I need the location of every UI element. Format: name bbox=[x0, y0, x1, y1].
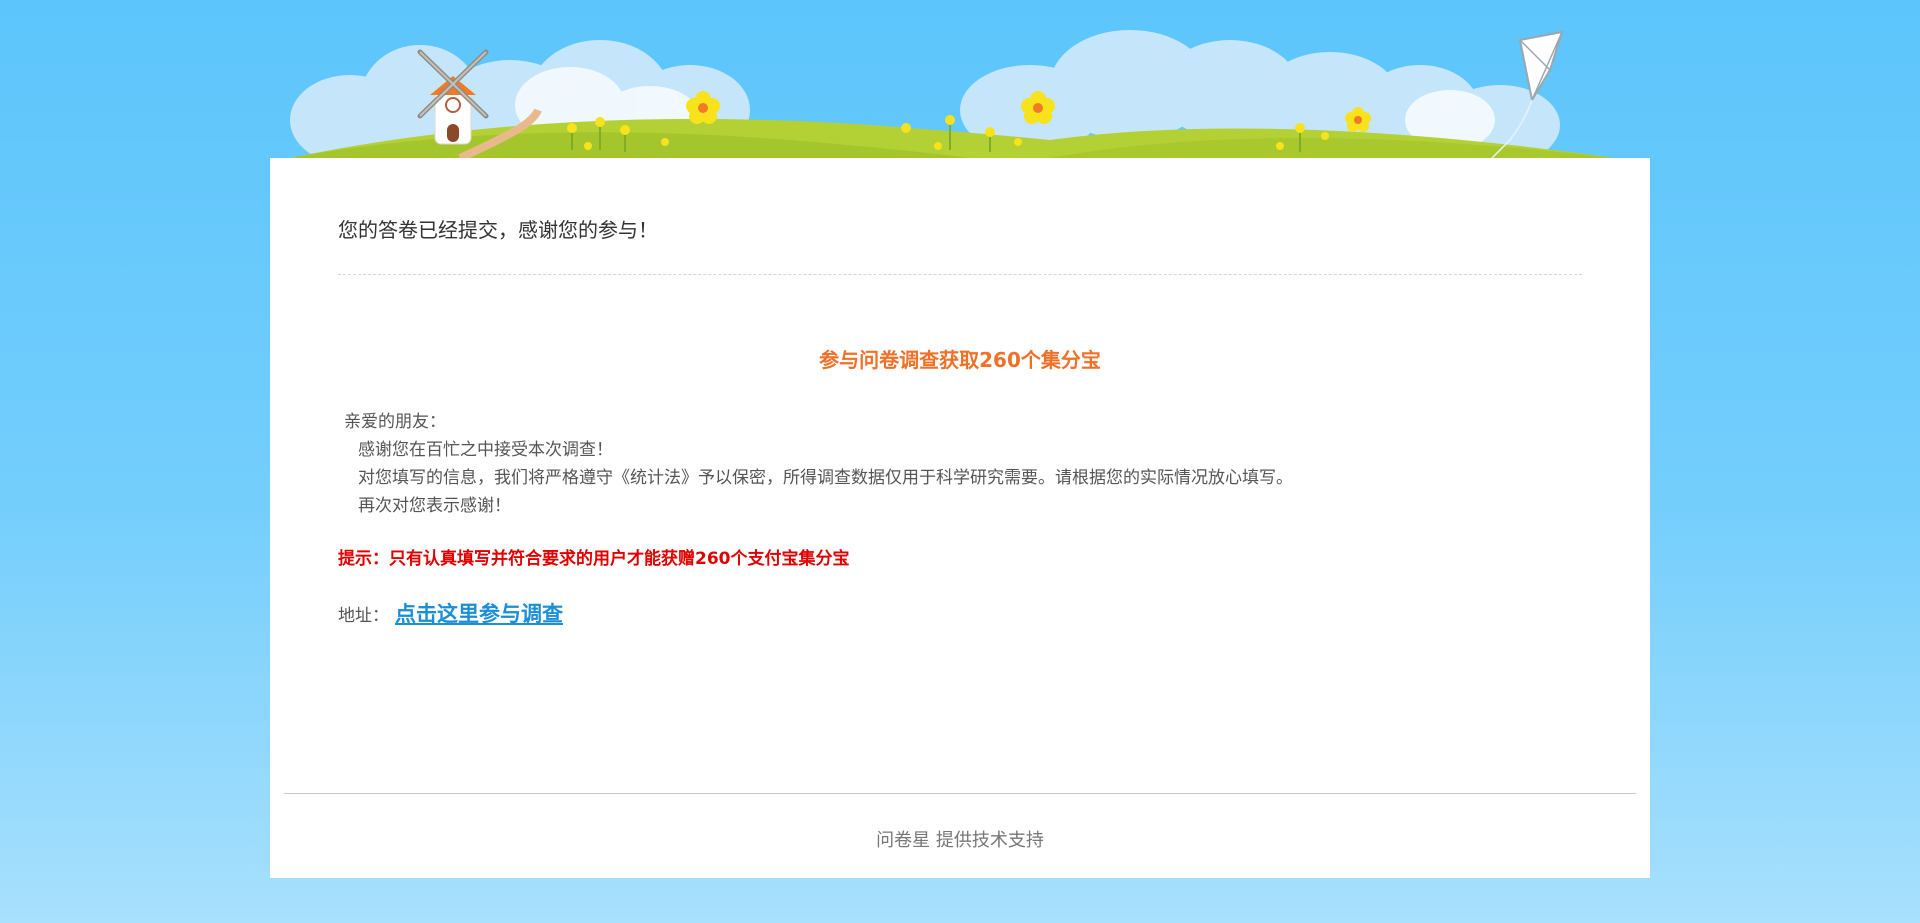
letter-line: 对您填写的信息，我们将严格遵守《统计法》予以保密，所得调查数据仅用于科学研究需要… bbox=[358, 468, 1293, 488]
letter-greeting: 亲爱的朋友： bbox=[344, 412, 446, 432]
footer-divider bbox=[284, 793, 1636, 794]
address-row: 地址： 点击这里参与调查 bbox=[338, 598, 563, 628]
letter-line: 感谢您在百忙之中接受本次调查！ bbox=[358, 440, 613, 460]
promo-letter: 亲爱的朋友： 感谢您在百忙之中接受本次调查！ 对您填写的信息，我们将严格遵守《统… bbox=[344, 408, 1293, 520]
header-banner bbox=[270, 0, 1650, 158]
dotted-divider bbox=[338, 274, 1582, 275]
result-card: 您的答卷已经提交，感谢您的参与！ 参与问卷调查获取260个集分宝 亲爱的朋友： … bbox=[270, 158, 1650, 878]
landscape-illustration bbox=[290, 30, 1615, 158]
submission-message: 您的答卷已经提交，感谢您的参与！ bbox=[338, 218, 658, 242]
letter-line: 再次对您表示感谢！ bbox=[358, 496, 511, 516]
tip-text: 提示：只有认真填写并符合要求的用户才能获赠260个支付宝集分宝 bbox=[338, 549, 850, 569]
survey-link[interactable]: 点击这里参与调查 bbox=[395, 598, 563, 628]
footer-credit: 问卷星 提供技术支持 bbox=[876, 830, 1044, 851]
address-label: 地址： bbox=[338, 606, 389, 626]
promo-title: 参与问卷调查获取260个集分宝 bbox=[819, 348, 1101, 372]
